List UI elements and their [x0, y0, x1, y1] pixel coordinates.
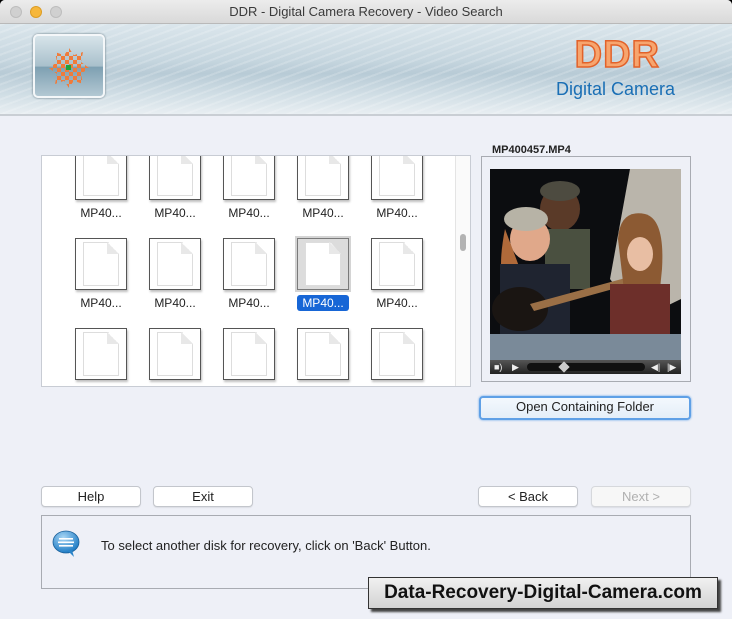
- file-label[interactable]: MP40...: [288, 295, 358, 311]
- page-fold: [107, 332, 119, 344]
- preview-filename: MP400457.MP4: [487, 144, 576, 156]
- page-fold: [181, 332, 193, 344]
- file-label-text: MP40...: [154, 296, 196, 310]
- logo-center-dot: [66, 65, 71, 70]
- file-label[interactable]: MP40...: [66, 296, 136, 310]
- play-icon[interactable]: ▶: [512, 361, 519, 373]
- page-fold: [329, 242, 341, 254]
- page-fold: [255, 242, 267, 254]
- maximize-window-button[interactable]: [50, 6, 62, 18]
- seek-knob[interactable]: [558, 361, 570, 373]
- document-icon[interactable]: [371, 328, 423, 380]
- file-label-text: MP40...: [376, 206, 418, 220]
- document-icon[interactable]: [223, 238, 275, 290]
- file-label[interactable]: MP40...: [66, 206, 136, 220]
- document-icon[interactable]: [149, 328, 201, 380]
- brand-subtitle: Digital Camera: [555, 79, 675, 99]
- file-label-text: MP40...: [228, 206, 270, 220]
- next-button: Next >: [591, 486, 691, 507]
- scroll-thumb[interactable]: [460, 234, 466, 251]
- file-label[interactable]: MP40...: [362, 206, 432, 220]
- document-icon[interactable]: [371, 156, 423, 200]
- chat-bubble-icon: [52, 530, 80, 557]
- file-grid[interactable]: MP40... MP40... MP40... MP40... MP40... MP40.…: [41, 155, 471, 387]
- title-bar: DDR - Digital Camera Recovery - Video Se…: [0, 0, 732, 24]
- exit-button[interactable]: Exit: [153, 486, 253, 507]
- window-title: DDR - Digital Camera Recovery - Video Se…: [229, 4, 503, 19]
- document-icon[interactable]: [223, 328, 275, 380]
- app-window: DDR - Digital Camera Recovery - Video Se…: [0, 0, 732, 619]
- open-containing-folder-button[interactable]: Open Containing Folder: [479, 396, 691, 420]
- help-button[interactable]: Help: [41, 486, 141, 507]
- file-label-text: MP40...: [228, 296, 270, 310]
- video-preview[interactable]: [490, 169, 681, 360]
- document-icon[interactable]: [297, 156, 349, 200]
- speaker-icon[interactable]: ■): [494, 361, 502, 373]
- video-frame-image: [490, 169, 681, 360]
- app-logo: [33, 34, 105, 98]
- brand-title: DDR: [574, 33, 660, 77]
- close-window-button[interactable]: [10, 6, 22, 18]
- page-fold: [107, 156, 119, 164]
- document-icon[interactable]: [149, 238, 201, 290]
- header-banner: DDR Digital Camera: [0, 24, 732, 116]
- document-icon[interactable]: [371, 238, 423, 290]
- document-icon[interactable]: [75, 238, 127, 290]
- step-forward-icon[interactable]: |▶: [667, 361, 676, 373]
- page-fold: [403, 332, 415, 344]
- seek-slider[interactable]: [527, 361, 645, 373]
- file-label-text: MP40...: [302, 206, 344, 220]
- step-back-icon[interactable]: ◀|: [651, 361, 660, 373]
- file-label[interactable]: MP40...: [140, 206, 210, 220]
- file-label-text: MP40...: [376, 296, 418, 310]
- video-controls: ■) ▶ ◀| |▶: [490, 360, 681, 374]
- document-icon[interactable]: [149, 156, 201, 200]
- file-label[interactable]: MP40...: [140, 296, 210, 310]
- file-label[interactable]: MP40...: [362, 296, 432, 310]
- file-label[interactable]: MP40...: [214, 206, 284, 220]
- page-fold: [403, 242, 415, 254]
- website-watermark: Data-Recovery-Digital-Camera.com: [368, 577, 718, 609]
- page-fold: [255, 156, 267, 164]
- page-fold: [181, 156, 193, 164]
- page-fold: [181, 242, 193, 254]
- file-label-text: MP40...: [80, 296, 122, 310]
- file-label-text: MP40...: [154, 206, 196, 220]
- file-label-text: MP40...: [80, 206, 122, 220]
- file-label[interactable]: MP40...: [214, 296, 284, 310]
- document-icon[interactable]: [297, 328, 349, 380]
- page-fold: [329, 156, 341, 164]
- page-fold: [255, 332, 267, 344]
- document-icon[interactable]: [75, 156, 127, 200]
- document-icon[interactable]: [75, 328, 127, 380]
- vertical-scrollbar[interactable]: [455, 156, 470, 386]
- document-icon[interactable]: [297, 238, 349, 290]
- file-label[interactable]: MP40...: [288, 206, 358, 220]
- file-label-text: MP40...: [297, 295, 349, 311]
- document-icon[interactable]: [223, 156, 275, 200]
- back-button[interactable]: < Back: [478, 486, 578, 507]
- minimize-window-button[interactable]: [30, 6, 42, 18]
- page-fold: [329, 332, 341, 344]
- page-fold: [403, 156, 415, 164]
- page-fold: [107, 242, 119, 254]
- status-message: To select another disk for recovery, cli…: [101, 538, 431, 553]
